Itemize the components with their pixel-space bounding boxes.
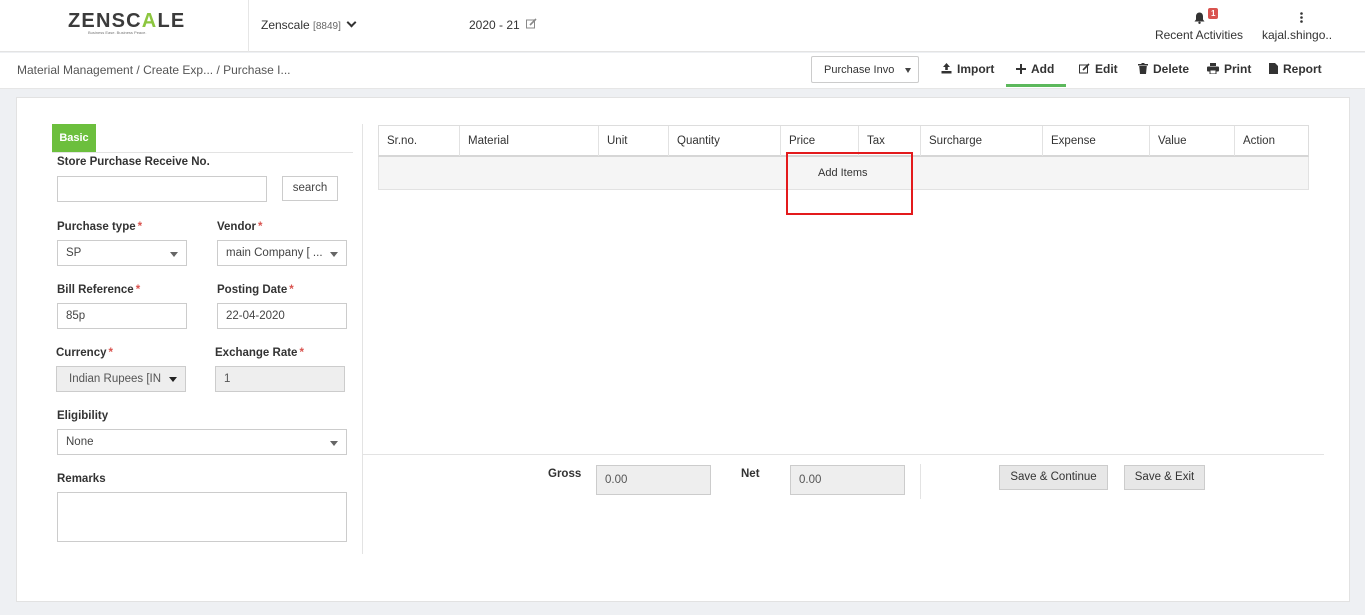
document-type-select[interactable]: Purchase Invoice [811, 56, 919, 83]
purchase-type-select[interactable]: SP [57, 240, 187, 266]
net-label: Net [741, 468, 760, 480]
print-button[interactable]: Print [1207, 62, 1251, 76]
kebab-menu-icon [1300, 12, 1303, 23]
bell-icon [1194, 12, 1205, 24]
purchase-type-label: Purchase type * [57, 221, 143, 233]
report-button[interactable]: Report [1269, 62, 1322, 76]
vendor-select[interactable]: main Company [ ... [217, 240, 347, 266]
save-continue-button[interactable]: Save & Continue [999, 465, 1108, 490]
logo[interactable]: ZENSCALE Business Ease. Business Peace. [0, 0, 249, 52]
remarks-label: Remarks [57, 473, 106, 485]
posting-date-input[interactable]: 22-04-2020 [217, 303, 347, 329]
fiscal-year-selector[interactable]: 2020 - 21 [469, 18, 537, 32]
column-header-material: Material [460, 126, 599, 156]
delete-button[interactable]: Delete [1138, 62, 1189, 76]
vendor-label: Vendor * [217, 221, 263, 233]
edit-icon [1079, 63, 1090, 74]
bill-reference-input[interactable]: 85p [57, 303, 187, 329]
report-label: Report [1283, 62, 1322, 76]
column-header-action: Action [1243, 135, 1275, 147]
currency-select[interactable]: Indian Rupees [IN [56, 366, 186, 392]
remarks-textarea[interactable] [57, 492, 347, 542]
caret-down-icon [169, 377, 177, 382]
breadcrumb-item: / Purchase I... [216, 63, 291, 77]
column-header-surcharge: Surcharge [921, 126, 1043, 156]
top-header: ZENSCALE Business Ease. Business Peace. … [0, 0, 1365, 52]
fiscal-year-label: 2020 - 21 [469, 18, 520, 32]
save-exit-button[interactable]: Save & Exit [1124, 465, 1205, 490]
active-tab-indicator [1006, 84, 1066, 87]
import-label: Import [957, 62, 995, 76]
caret-down-icon [330, 252, 338, 257]
net-value: 0.00 [790, 465, 905, 495]
currency-label: Currency * [56, 347, 113, 359]
eligibility-label: Eligibility [57, 410, 109, 422]
eligibility-select[interactable]: None [57, 429, 347, 455]
footer-separator [920, 464, 921, 499]
search-button[interactable]: search [282, 176, 338, 201]
highlight-box [786, 152, 913, 215]
breadcrumb-item[interactable]: / Create Exp... [136, 63, 213, 77]
breadcrumb: Material Management / Create Exp... / Pu… [17, 63, 291, 77]
company-code: [8849] [313, 21, 341, 32]
posting-date-label: Posting Date * [217, 284, 294, 296]
caret-down-icon [330, 441, 338, 446]
store-receive-input[interactable] [57, 176, 267, 202]
edit-button[interactable]: Edit [1079, 62, 1118, 76]
column-header-quantity: Quantity [669, 126, 781, 156]
user-name: kajal.shingo.. [1262, 28, 1333, 42]
printer-icon [1207, 63, 1219, 75]
column-header-expense: Expense [1043, 126, 1150, 156]
caret-down-icon [905, 68, 911, 73]
recent-activities-label: Recent Activities [1154, 28, 1244, 42]
breadcrumb-item[interactable]: Material Management [17, 63, 133, 77]
column-divider [362, 124, 363, 554]
file-icon [1269, 63, 1278, 74]
tab-basic[interactable]: Basic [52, 124, 96, 152]
store-receive-label: Store Purchase Receive No. [57, 156, 210, 168]
column-header-unit: Unit [599, 126, 669, 156]
plus-icon [1016, 64, 1026, 74]
document-type-value: Purchase Invoice [824, 64, 894, 76]
recent-activities-button[interactable]: 1 Recent Activities [1151, 6, 1247, 46]
user-menu[interactable]: kajal.shingo.. [1262, 6, 1342, 46]
company-name: Zenscale [261, 18, 310, 32]
upload-icon [941, 63, 952, 74]
logo-tagline: Business Ease. Business Peace. [88, 30, 147, 35]
bill-reference-label: Bill Reference * [57, 284, 141, 296]
import-button[interactable]: Import [941, 62, 994, 76]
company-selector[interactable]: Zenscale [8849] [261, 17, 357, 32]
caret-down-icon [170, 252, 178, 257]
edit-icon [526, 18, 537, 29]
exchange-rate-label: Exchange Rate * [215, 347, 304, 359]
add-label: Add [1031, 62, 1055, 76]
add-button[interactable]: Add [1016, 62, 1054, 76]
notification-badge: 1 [1208, 8, 1219, 19]
column-header-srno: Sr.no. [379, 126, 460, 156]
exchange-rate-input[interactable]: 1 [215, 366, 345, 392]
chevron-down-icon [346, 17, 357, 28]
column-header-value: Value [1150, 126, 1235, 156]
gross-value: 0.00 [596, 465, 711, 495]
delete-label: Delete [1153, 62, 1190, 76]
print-label: Print [1224, 62, 1252, 76]
footer-divider [363, 454, 1324, 455]
trash-icon [1138, 63, 1148, 74]
tab-divider [52, 152, 353, 153]
edit-label: Edit [1095, 62, 1118, 76]
gross-label: Gross [548, 468, 582, 480]
